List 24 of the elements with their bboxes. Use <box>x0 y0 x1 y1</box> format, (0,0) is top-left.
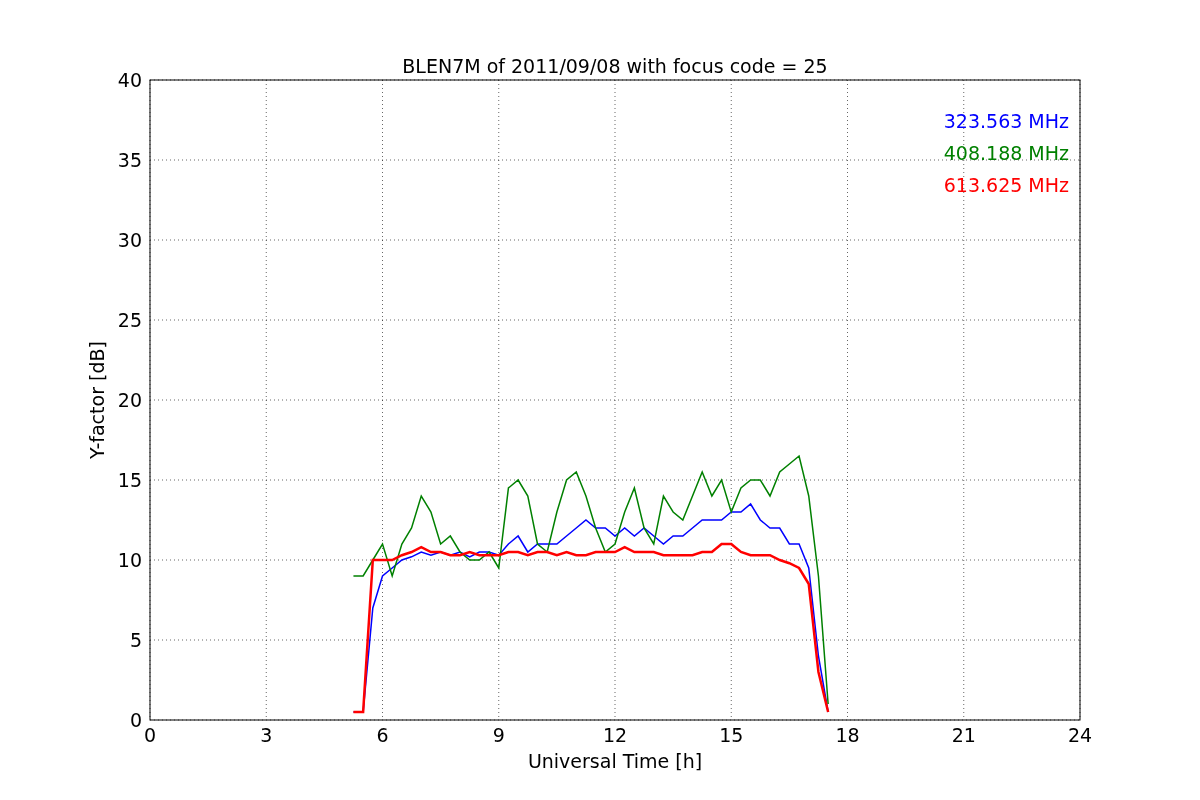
y-tick-label: 15 <box>117 469 142 491</box>
y-tick-label: 40 <box>117 69 142 91</box>
x-tick-label: 12 <box>602 724 628 746</box>
x-tick-label: 21 <box>951 724 976 746</box>
y-tick-label: 0 <box>129 709 142 731</box>
legend-label: 408.188 MHz <box>943 142 1069 164</box>
y-tick-label: 10 <box>117 549 142 571</box>
x-tick-label: 6 <box>376 724 389 746</box>
y-axis-label: Y-factor [dB] <box>86 341 108 459</box>
y-tick-label: 25 <box>117 309 142 331</box>
y-tick-label: 35 <box>117 149 142 171</box>
x-tick-label: 3 <box>260 724 273 746</box>
chart-title: BLEN7M of 2011/09/08 with focus code = 25 <box>402 55 828 77</box>
x-tick-label: 18 <box>835 724 860 746</box>
x-tick-label: 0 <box>143 724 157 746</box>
y-tick-label: 5 <box>129 629 142 651</box>
x-axis-label: Universal Time [h] <box>527 750 703 772</box>
y-tick-label: 20 <box>117 389 142 411</box>
x-tick-label: 15 <box>719 724 744 746</box>
legend-label: 613.625 MHz <box>943 174 1069 196</box>
x-tick-label: 9 <box>492 724 505 746</box>
y-tick-label: 30 <box>117 229 142 251</box>
legend-label: 323.563 MHz <box>943 110 1069 132</box>
x-tick-label: 24 <box>1067 724 1093 746</box>
